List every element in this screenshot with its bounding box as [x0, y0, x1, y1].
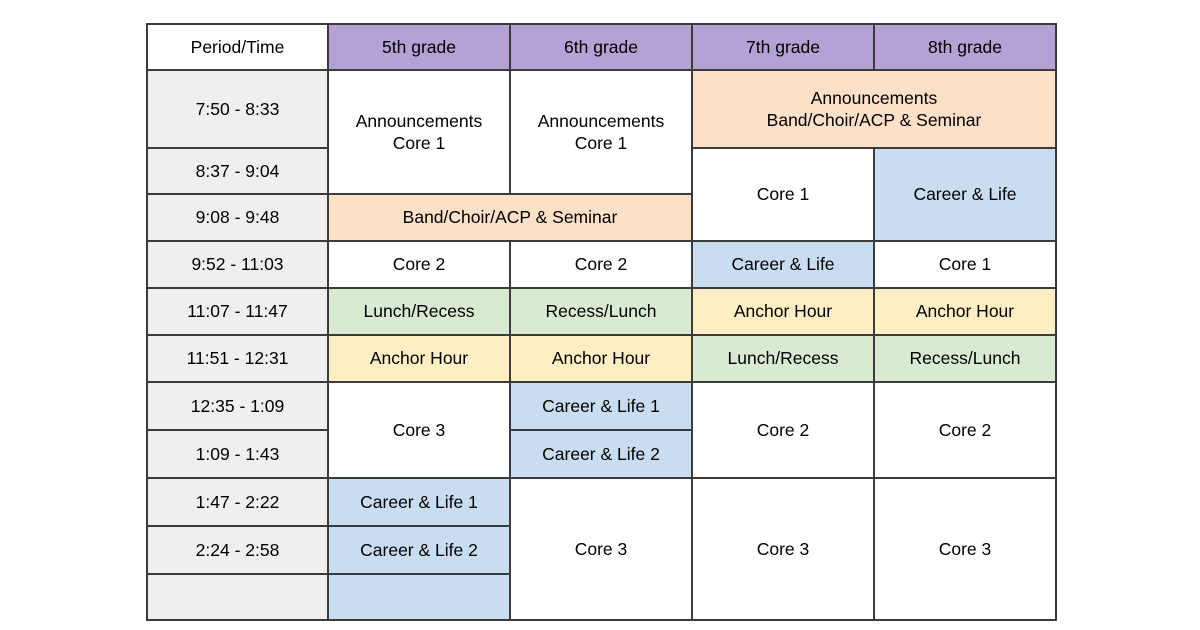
column-header-8th-grade: 8th grade: [873, 23, 1057, 71]
time-cell: 9:08 - 9:48: [146, 193, 329, 242]
schedule-cell-g78-announcements-band: Announcements Band/Choir/ACP & Seminar: [691, 69, 1057, 149]
schedule-cell-g5-career-life-1: Career & Life 1: [327, 477, 511, 527]
schedule-cell-g7-lunch-recess: Lunch/Recess: [691, 334, 875, 383]
time-cell: 9:52 - 11:03: [146, 240, 329, 289]
schedule-cell-g5-blank: [327, 573, 511, 621]
schedule-cell-g6-recess-lunch: Recess/Lunch: [509, 287, 693, 336]
time-cell: 8:37 - 9:04: [146, 147, 329, 195]
schedule-cell-g7-core3: Core 3: [691, 477, 875, 621]
schedule-cell-g7-core2: Core 2: [691, 381, 875, 479]
time-cell: 12:35 - 1:09: [146, 381, 329, 431]
column-header-6th-grade: 6th grade: [509, 23, 693, 71]
schedule-cell-g8-recess-lunch: Recess/Lunch: [873, 334, 1057, 383]
schedule-cell-g6-core2: Core 2: [509, 240, 693, 289]
time-cell: 1:09 - 1:43: [146, 429, 329, 479]
schedule-cell-g7-career-life: Career & Life: [691, 240, 875, 289]
column-header-5th-grade: 5th grade: [327, 23, 511, 71]
schedule-cell-g5-career-life-2: Career & Life 2: [327, 525, 511, 575]
schedule-cell-g5-core3: Core 3: [327, 381, 511, 479]
schedule-cell-g7-anchor-hour: Anchor Hour: [691, 287, 875, 336]
table-header-row: Period/Time 5th grade 6th grade 7th grad…: [146, 23, 1057, 71]
schedule-table-container: Period/Time 5th grade 6th grade 7th grad…: [146, 23, 1057, 621]
schedule-cell-g56-band-choir: Band/Choir/ACP & Seminar: [327, 193, 693, 242]
schedule-cell-g8-career-life: Career & Life: [873, 147, 1057, 242]
schedule-cell-g5-announcements: Announcements Core 1: [327, 69, 511, 195]
schedule-cell-g6-announcements: Announcements Core 1: [509, 69, 693, 195]
schedule-cell-g7-core1: Core 1: [691, 147, 875, 242]
time-cell: 2:24 - 2:58: [146, 525, 329, 575]
table-row: 11:51 - 12:31 Anchor Hour Anchor Hour Lu…: [146, 334, 1057, 383]
schedule-cell-g8-anchor-hour: Anchor Hour: [873, 287, 1057, 336]
time-cell: 11:51 - 12:31: [146, 334, 329, 383]
schedule-cell-g6-anchor-hour: Anchor Hour: [509, 334, 693, 383]
table-row: 7:50 - 8:33 Announcements Core 1 Announc…: [146, 69, 1057, 195]
schedule-cell-g5-core2: Core 2: [327, 240, 511, 289]
schedule-cell-g8-core2: Core 2: [873, 381, 1057, 479]
time-cell: [146, 573, 329, 621]
time-cell: 11:07 - 11:47: [146, 287, 329, 336]
class-schedule-table: Period/Time 5th grade 6th grade 7th grad…: [146, 23, 1057, 621]
schedule-cell-g5-lunch-recess: Lunch/Recess: [327, 287, 511, 336]
schedule-cell-g8-core3: Core 3: [873, 477, 1057, 621]
table-row: 12:35 - 1:09 Core 3 Career & Life 1 Core…: [146, 381, 1057, 479]
column-header-period-time: Period/Time: [146, 23, 329, 71]
schedule-cell-g6-core3: Core 3: [509, 477, 693, 621]
table-row: 1:47 - 2:22 Career & Life 1 Core 3 Core …: [146, 477, 1057, 621]
table-row: 9:52 - 11:03 Core 2 Core 2 Career & Life…: [146, 240, 1057, 289]
table-row: 11:07 - 11:47 Lunch/Recess Recess/Lunch …: [146, 287, 1057, 336]
schedule-cell-g5-anchor-hour: Anchor Hour: [327, 334, 511, 383]
schedule-cell-g6-career-life-2: Career & Life 2: [509, 429, 693, 479]
column-header-7th-grade: 7th grade: [691, 23, 875, 71]
schedule-cell-g8-core1: Core 1: [873, 240, 1057, 289]
schedule-cell-g6-career-life-1: Career & Life 1: [509, 381, 693, 431]
time-cell: 7:50 - 8:33: [146, 69, 329, 149]
time-cell: 1:47 - 2:22: [146, 477, 329, 527]
